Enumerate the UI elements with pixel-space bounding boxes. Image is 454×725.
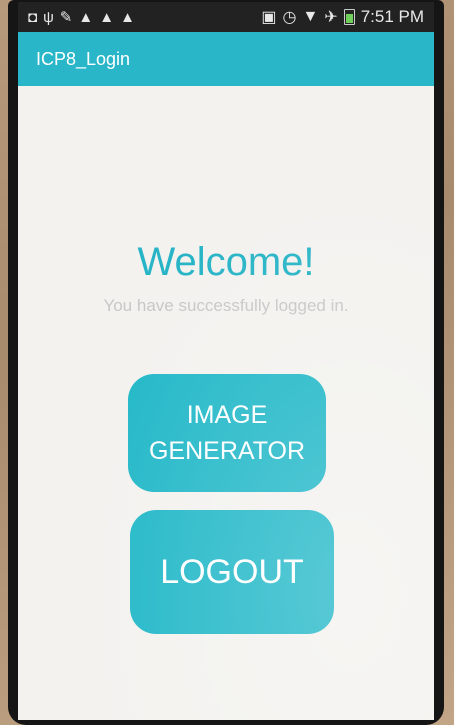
alarm-icon: ◷ — [282, 9, 297, 26]
welcome-heading: Welcome! — [137, 240, 315, 284]
airplane-icon: ✈ — [324, 9, 338, 26]
status-time: 7:51 PM — [360, 7, 424, 26]
wifi-icon: ▼ — [302, 8, 319, 25]
warning-icon: ▲ — [120, 8, 135, 26]
logout-button[interactable]: LOGOUT — [130, 510, 334, 634]
app-title: ICP8_Login — [36, 48, 131, 69]
usb-icon: ψ — [43, 8, 54, 26]
status-bar: ◘ ψ ✎ ▲ ▲ ▲ ▣ ◷ ▼ ✈ 7:51 PM — [18, 2, 434, 32]
status-right-icons: ▣ ◷ ▼ ✈ 7:51 PM — [261, 7, 434, 27]
main-content: Welcome! You have successfully logged in… — [18, 86, 434, 720]
phone-screen: ◘ ψ ✎ ▲ ▲ ▲ ▣ ◷ ▼ ✈ 7:51 PM ICP8_Login W… — [18, 2, 434, 720]
wrench-icon: ✎ — [59, 8, 73, 26]
battery-icon — [343, 9, 355, 25]
notification-icon: ◘ — [28, 8, 38, 26]
warning-icon: ▲ — [99, 8, 115, 26]
image-generator-button[interactable]: IMAGE GENERATOR — [128, 374, 326, 492]
status-left-icons: ◘ ψ ✎ ▲ ▲ ▲ — [18, 10, 135, 25]
nfc-icon: ▣ — [261, 9, 277, 26]
app-bar: ICP8_Login — [18, 32, 434, 86]
warning-icon: ▲ — [78, 8, 94, 26]
login-success-message: You have successfully logged in. — [103, 296, 349, 315]
